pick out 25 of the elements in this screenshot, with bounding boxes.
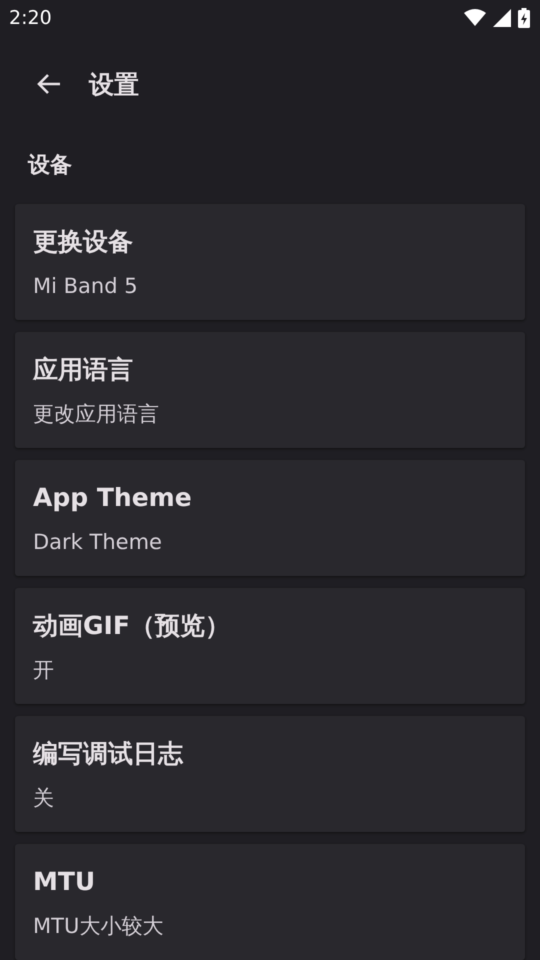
battery-icon [518,8,530,28]
setting-value: MTU大小较大 [33,913,164,940]
wifi-icon [464,9,486,27]
setting-value: 关 [33,785,55,812]
setting-value: Dark Theme [33,529,163,556]
page-title: 设置 [89,68,139,100]
setting-title: App Theme [33,482,193,514]
setting-item[interactable]: 更换设备 Mi Band 5 [15,204,525,320]
setting-value: 更改应用语言 [33,401,160,428]
setting-value: 开 [33,657,55,684]
setting-item[interactable]: 应用语言 更改应用语言 [15,332,525,448]
setting-title: 编写调试日志 [33,738,184,770]
setting-title: 更换设备 [33,226,134,258]
setting-item[interactable]: MTU MTU大小较大 [15,844,525,960]
setting-item[interactable]: 编写调试日志 关 [15,716,525,832]
status-time: 2:20 [9,7,52,29]
back-icon [36,72,62,96]
section-title: 设备 [26,152,73,180]
setting-title: MTU [33,866,96,898]
setting-item[interactable]: 动画GIF（预览） 开 [15,588,525,704]
setting-value: Mi Band 5 [33,273,139,300]
setting-item[interactable]: App Theme Dark Theme [15,460,525,576]
setting-title: 动画GIF（预览） [33,610,231,642]
signal-icon [493,9,511,27]
setting-title: 应用语言 [33,354,134,386]
